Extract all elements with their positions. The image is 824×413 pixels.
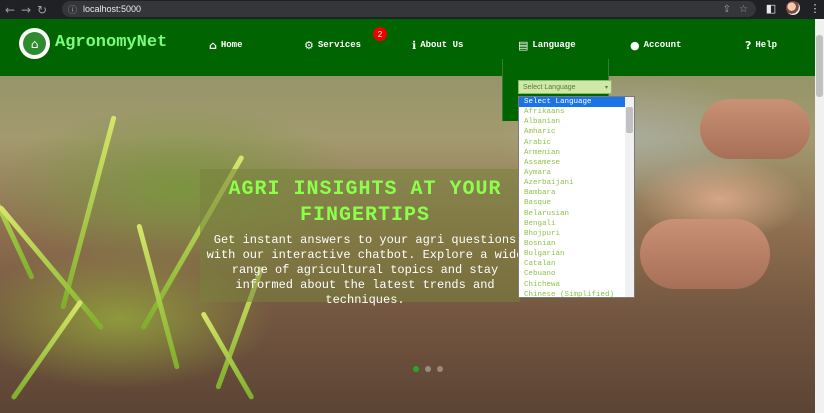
menu-kebab-icon[interactable]: ⋮: [808, 1, 822, 15]
language-option[interactable]: Assamese: [519, 158, 634, 168]
carousel-dot[interactable]: [437, 366, 443, 372]
language-option[interactable]: Armenian: [519, 148, 634, 158]
carousel-dot[interactable]: [413, 366, 419, 372]
help-icon: ?: [745, 38, 752, 52]
language-list-scrollbar[interactable]: [625, 97, 634, 297]
reload-icon[interactable]: ↻: [34, 2, 50, 18]
language-option[interactable]: Chichewa: [519, 280, 634, 290]
nav-about-label: About Us: [420, 40, 464, 50]
page-scroll-thumb[interactable]: [816, 35, 823, 97]
language-option[interactable]: Amharic: [519, 127, 634, 137]
notification-badge: 2: [373, 27, 387, 41]
language-option[interactable]: Bhojpuri: [519, 229, 634, 239]
language-option[interactable]: Basque: [519, 198, 634, 208]
nav-account-label: Account: [643, 40, 682, 50]
language-option[interactable]: Afrikaans: [519, 107, 634, 117]
hero-description: Get instant answers to your agri questio…: [206, 233, 524, 307]
nav-about[interactable]: ℹ About Us: [412, 38, 463, 52]
language-option[interactable]: Bulgarian: [519, 249, 634, 259]
nav-language-label: Language: [532, 40, 576, 50]
hero-title: AGRI INSIGHTS AT YOUR FINGERTIPS: [228, 178, 502, 227]
site-info-icon[interactable]: ⓘ: [68, 3, 77, 16]
language-list-scroll-thumb[interactable]: [626, 107, 633, 133]
profile-avatar[interactable]: [786, 1, 800, 15]
info-icon: ℹ: [412, 38, 417, 52]
nav-language[interactable]: ▤ Language: [518, 38, 576, 52]
language-option[interactable]: Albanian: [519, 117, 634, 127]
brand-name[interactable]: AgronomyNet: [55, 33, 167, 52]
nav-home-label: Home: [220, 40, 243, 50]
side-panel-icon[interactable]: ◧: [764, 1, 778, 15]
nav-help[interactable]: ? Help: [745, 38, 777, 52]
farm-house-icon: ⌂: [23, 32, 46, 55]
carousel-dot[interactable]: [425, 366, 431, 372]
language-options-list[interactable]: Select Language Afrikaans Albanian Amharic A…: [518, 96, 635, 298]
home-icon: ⌂: [209, 38, 217, 52]
site-header: ⌂ AgronomyNet ⌂ Home ⚙ Services 2 ℹ Abou…: [0, 19, 815, 76]
nav-home[interactable]: ⌂ Home: [209, 38, 242, 52]
logo[interactable]: ⌂: [19, 28, 50, 59]
nav-account[interactable]: ● Account: [630, 38, 681, 52]
nav-services[interactable]: ⚙ Services: [304, 38, 361, 52]
language-option[interactable]: Chinese (Simplified): [519, 290, 634, 297]
bookmark-star-icon[interactable]: ☆: [739, 4, 748, 15]
chevron-down-icon: ▾: [604, 84, 608, 91]
language-icon: ▤: [518, 38, 529, 52]
language-option[interactable]: Bambara: [519, 188, 634, 198]
back-icon[interactable]: ←: [2, 2, 18, 18]
language-option[interactable]: Belarusian: [519, 209, 634, 219]
language-option[interactable]: Select Language: [519, 97, 634, 108]
language-option[interactable]: Bosnian: [519, 239, 634, 249]
carousel-indicators: [413, 366, 443, 372]
language-option[interactable]: Azerbaijani: [519, 178, 634, 188]
language-option[interactable]: Cebuano: [519, 269, 634, 279]
language-option[interactable]: Bengali: [519, 219, 634, 229]
language-option[interactable]: Arabic: [519, 138, 634, 148]
language-option[interactable]: Aymara: [519, 168, 634, 178]
tractor-icon: ⚙: [304, 38, 314, 52]
page-viewport: ⌂ AgronomyNet ⌂ Home ⚙ Services 2 ℹ Abou…: [0, 19, 815, 413]
nav-services-label: Services: [317, 40, 362, 50]
forward-icon[interactable]: →: [18, 2, 34, 18]
user-icon: ●: [630, 38, 640, 52]
nav-help-label: Help: [755, 40, 777, 50]
share-icon[interactable]: ⇪: [723, 4, 731, 15]
page-scrollbar[interactable]: [815, 19, 824, 413]
language-select[interactable]: Select Language ▾: [518, 80, 612, 94]
language-option[interactable]: Catalan: [519, 259, 634, 269]
address-bar[interactable]: ⓘ localhost:5000 ⇪ ☆: [62, 1, 756, 17]
browser-toolbar: ← → ↻ ⓘ localhost:5000 ⇪ ☆ ◧ ⋮: [0, 0, 824, 19]
url-text[interactable]: localhost:5000: [83, 4, 141, 14]
language-select-value: Select Language: [523, 83, 576, 91]
hero-overlay: AGRI INSIGHTS AT YOUR FINGERTIPS Get ins…: [200, 169, 523, 307]
